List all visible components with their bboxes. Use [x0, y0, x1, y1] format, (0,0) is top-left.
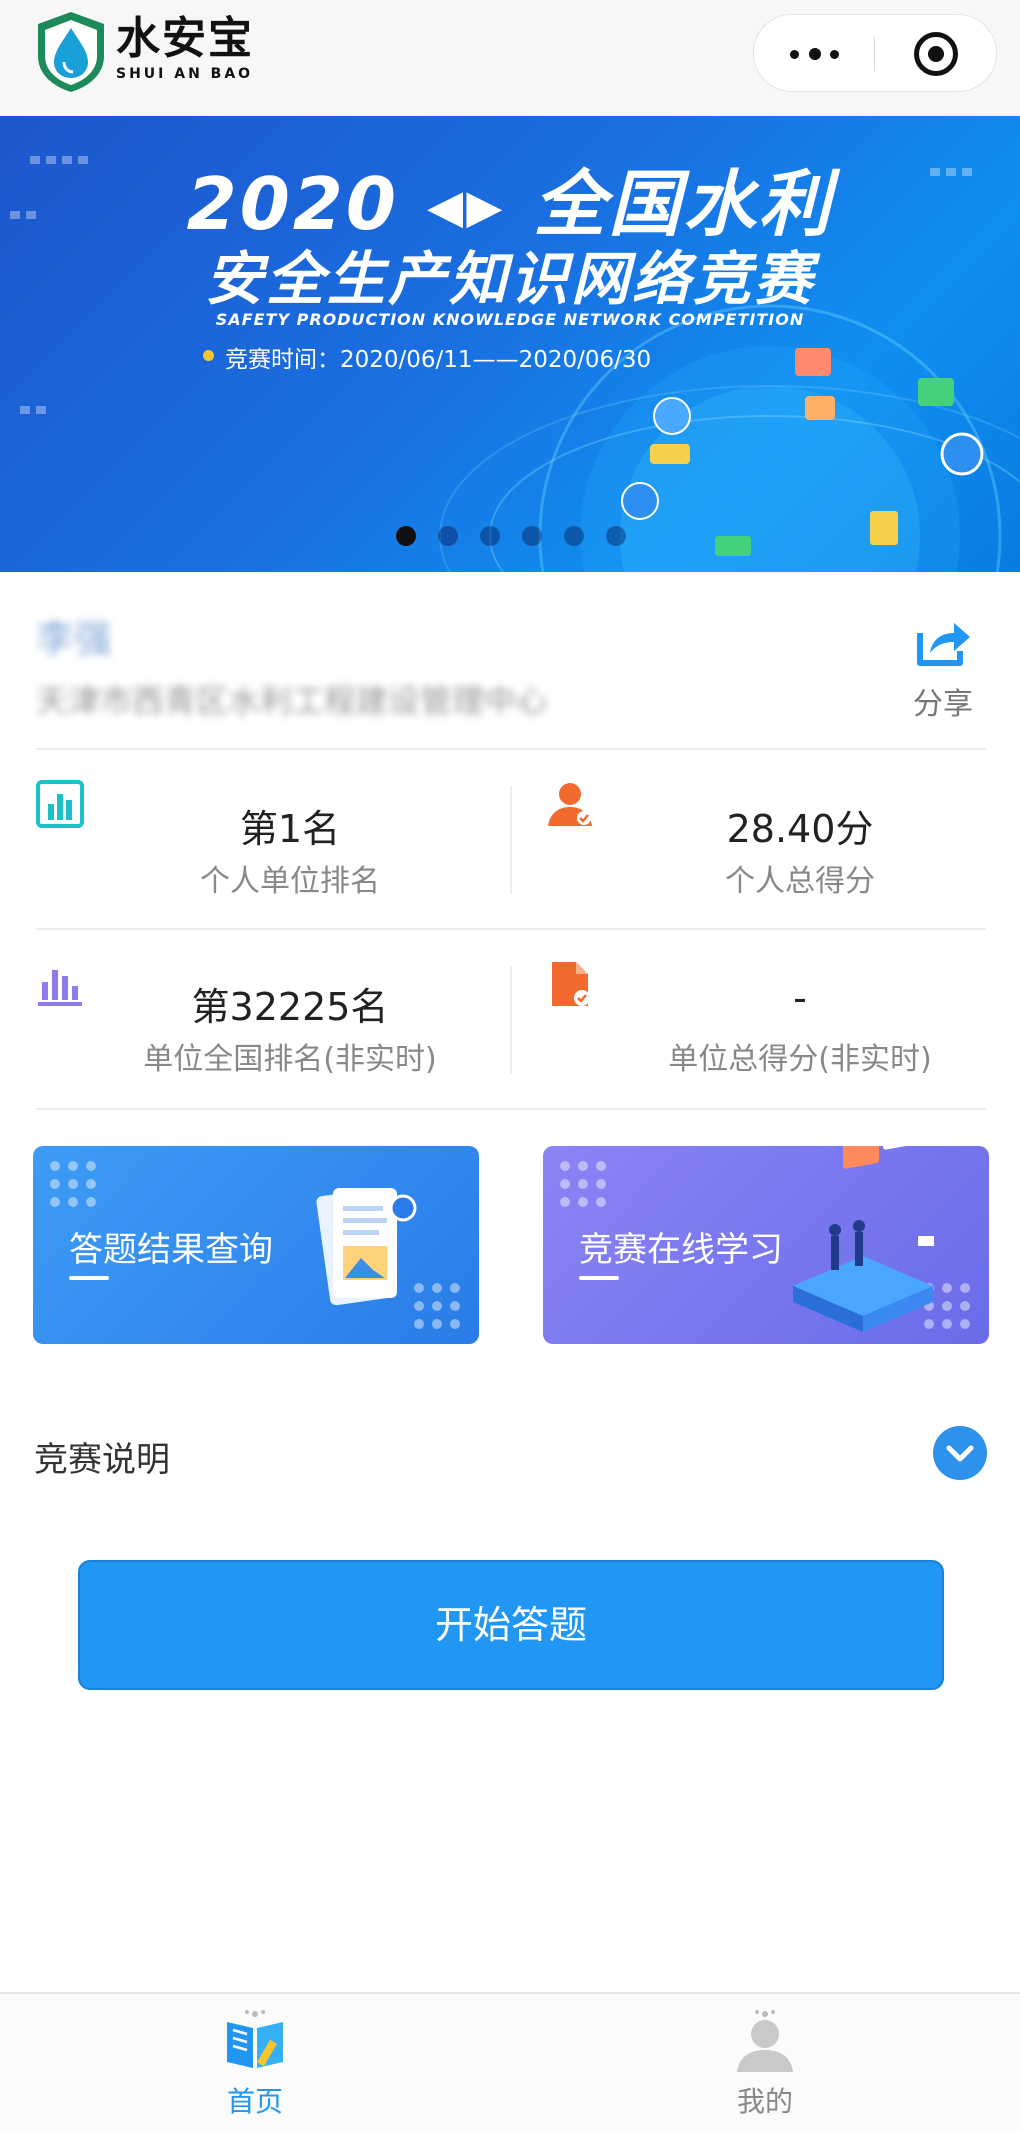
divider: [36, 928, 986, 930]
app-name-en: SHUI AN BAO: [116, 66, 254, 82]
book-icon: [227, 2010, 283, 2068]
bottom-tab-bar: 首页 我的: [0, 1992, 1020, 2131]
unit-score-label: 单位总得分(非实时): [668, 1042, 932, 1077]
tab-mine[interactable]: 我的: [685, 2006, 845, 2120]
unit-score-document-icon: [552, 962, 590, 1006]
expand-description-button[interactable]: [933, 1426, 987, 1480]
carousel-dot-1[interactable]: [396, 526, 416, 546]
banner-title-line2: 安全生产知识网络竞赛: [204, 245, 815, 313]
app-header: 水安宝 SHUI AN BAO: [0, 0, 1020, 116]
share-icon: [917, 623, 970, 666]
stats-divider: [510, 786, 512, 894]
card-underline: [69, 1276, 109, 1280]
online-learning-card[interactable]: 竞赛在线学习: [543, 1146, 989, 1344]
app-name-cn: 水安宝: [116, 13, 254, 64]
banner-subtitle-en: SAFETY PRODUCTION KNOWLEDGE NETWORK COMP…: [215, 310, 805, 329]
user-profile-icon: [737, 2010, 793, 2072]
app-logo-icon: [38, 12, 104, 92]
result-query-title: 答题结果查询: [69, 1230, 273, 1270]
result-query-card[interactable]: 答题结果查询: [33, 1146, 479, 1344]
carousel-dot-2[interactable]: [438, 526, 458, 546]
start-quiz-button[interactable]: 开始答题: [78, 1560, 944, 1690]
share-label: 分享: [913, 687, 973, 722]
app-logo-text: 水安宝 SHUI AN BAO: [116, 13, 254, 83]
stats-divider: [510, 966, 512, 1074]
carousel-dot-5[interactable]: [564, 526, 584, 546]
share-button[interactable]: 分享: [908, 615, 978, 723]
divider: [36, 1108, 986, 1110]
online-learning-title: 竞赛在线学习: [579, 1230, 783, 1270]
banner-carousel[interactable]: 2020 ◂▸ 全国水利 安全生产知识网络竞赛 SAFETY PRODUCTIO…: [0, 116, 1020, 572]
personal-rank-value: 第1名: [239, 807, 341, 851]
capsule-divider: [874, 37, 875, 71]
banner-competition-time: 竞赛时间：2020/06/11——2020/06/30: [202, 340, 651, 374]
carousel-dot-4[interactable]: [522, 526, 542, 546]
user-name: 李强: [36, 617, 113, 661]
tab-home[interactable]: 首页: [175, 2006, 335, 2120]
banner-title-line1: 2020 ◂▸ 全国水利: [186, 162, 834, 246]
miniprogram-capsule: [753, 14, 997, 92]
close-miniprogram-icon[interactable]: [914, 32, 958, 76]
tab-home-label: 首页: [226, 2085, 283, 2118]
carousel-dot-3[interactable]: [480, 526, 500, 546]
user-organization: 天津市西青区水利工程建设管理中心: [36, 682, 549, 720]
card-underline: [579, 1276, 619, 1280]
chevron-down-icon: [946, 1445, 974, 1462]
personal-score-value: 28.40分: [726, 807, 874, 851]
unit-rank-chart-icon: [38, 970, 82, 1006]
user-score-icon: [548, 783, 592, 826]
unit-score-value: -: [793, 976, 807, 1020]
unit-rank-value: 第32225名: [191, 985, 389, 1029]
tab-mine-label: 我的: [736, 2085, 793, 2118]
more-options-icon[interactable]: [786, 39, 842, 69]
personal-rank-label: 个人单位排名: [200, 864, 380, 899]
competition-description-label[interactable]: 竞赛说明: [34, 1432, 170, 1481]
divider: [36, 748, 986, 750]
carousel-dot-6[interactable]: [606, 526, 626, 546]
personal-score-label: 个人总得分: [725, 864, 875, 899]
unit-rank-label: 单位全国排名(非实时): [143, 1042, 437, 1077]
bar-chart-icon: [36, 780, 84, 828]
